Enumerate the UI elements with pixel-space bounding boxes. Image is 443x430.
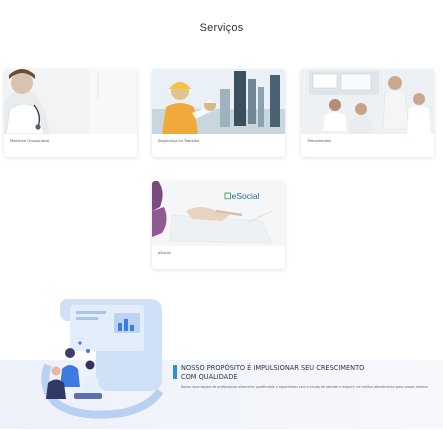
service-card-esocial[interactable]: ☐eSocial eSocial [152,181,285,269]
service-card-seguranca-no-trabalho[interactable]: Segurança no Trabalho [152,69,285,157]
services-page: Serviços Medicina Ocupacional Segurança … [0,0,443,429]
service-card-treinamentos[interactable]: Treinamentos [301,69,434,157]
purpose-heading: NOSSO PROPÓSITO É IMPULSIONAR SEU CRESCI… [181,364,365,381]
purpose-body: Nossa nova equipe de profissionais altam… [181,385,429,390]
service-card-label: Medicina Ocupacional [10,139,50,143]
service-card-label: Treinamentos [307,139,332,143]
service-card-label: Segurança no Trabalho [158,139,200,143]
esocial-logo-text: eSocial [231,191,260,201]
service-card-label: eSocial [158,251,171,255]
meeting-photo [301,69,434,134]
esocial-logo: ☐eSocial [224,191,260,202]
typing-photo [152,181,285,246]
service-card-medicina-ocupacional[interactable]: Medicina Ocupacional [4,69,137,157]
purpose-section: NOSSO PROPÓSITO É IMPULSIONAR SEU CRESCI… [173,364,436,390]
esocial-leaf-icon: ☐ [224,191,232,201]
team-dashboard-illustration [30,295,170,425]
accent-marker [173,365,177,379]
doctor-photo [4,69,137,134]
section-title: Serviços [199,22,244,34]
engineers-photo [152,69,285,134]
